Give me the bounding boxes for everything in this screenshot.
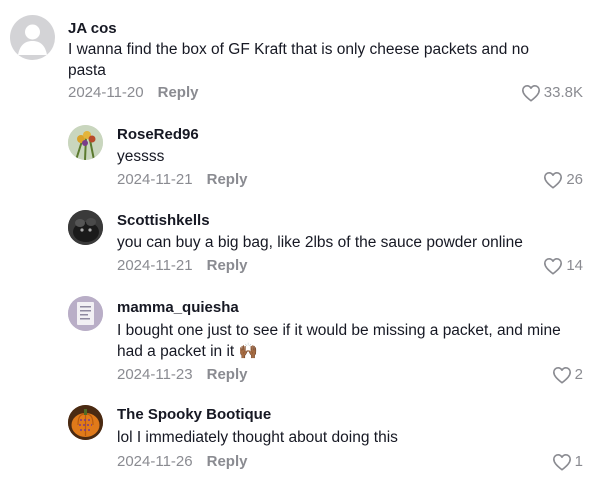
heart-icon (521, 84, 541, 102)
comment-text: yessss (117, 148, 165, 165)
comment-date: 2024-11-23 (117, 366, 193, 383)
comment-text: I bought one just to see if it would be … (117, 322, 561, 360)
like-count: 33.8K (543, 84, 583, 101)
reply-comment-item: RoseRed96 yessss 2024-11-21 Reply 26 (0, 118, 595, 200)
comment-date: 2024-11-26 (117, 453, 193, 470)
flowers-avatar[interactable] (68, 125, 103, 160)
heart-icon (552, 453, 572, 471)
comment-text: lol I immediately thought about doing th… (117, 429, 398, 446)
comment-meta: 2024-11-20 Reply (68, 84, 198, 102)
default-avatar-icon[interactable] (10, 15, 55, 60)
sign-avatar[interactable] (68, 296, 103, 331)
like-count: 1 (574, 453, 583, 470)
comment-date: 2024-11-21 (117, 171, 193, 188)
like-count: 26 (566, 171, 583, 188)
comment-meta: 2024-11-21 Reply (117, 257, 247, 275)
like-button[interactable]: 1 (552, 453, 583, 471)
comment-username[interactable]: JA cos (68, 20, 117, 38)
reply-comment-item: The Spooky Bootique lol I immediately th… (0, 398, 595, 483)
comment-text: you can buy a big bag, like 2lbs of the … (117, 234, 523, 251)
comment-text: I wanna find the box of GF Kraft that is… (68, 41, 529, 79)
comment-date: 2024-11-21 (117, 257, 193, 274)
comment-meta: 2024-11-23 Reply (117, 366, 247, 384)
reply-button[interactable]: Reply (207, 453, 248, 470)
like-button[interactable]: 2 (552, 366, 583, 384)
comment-username[interactable]: mamma_quiesha (117, 299, 239, 317)
like-button[interactable]: 26 (543, 171, 583, 189)
heart-icon (543, 171, 563, 189)
reply-button[interactable]: Reply (207, 171, 248, 188)
like-count: 2 (574, 366, 583, 383)
reply-comment-item: Scottishkells you can buy a big bag, lik… (0, 204, 595, 286)
comment-item: JA cos I wanna find the box of GF Kraft … (0, 0, 595, 110)
dark-pet-avatar[interactable] (68, 210, 103, 245)
reply-button[interactable]: Reply (158, 84, 199, 101)
comment-meta: 2024-11-21 Reply (117, 171, 247, 189)
comment-meta: 2024-11-26 Reply (117, 453, 247, 471)
like-count: 14 (566, 257, 583, 274)
heart-icon (543, 257, 563, 275)
heart-icon (552, 366, 572, 384)
comment-username[interactable]: RoseRed96 (117, 126, 199, 144)
like-button[interactable]: 33.8K (521, 84, 583, 102)
reply-button[interactable]: Reply (207, 366, 248, 383)
comment-date: 2024-11-20 (68, 84, 144, 101)
reply-button[interactable]: Reply (207, 257, 248, 274)
like-button[interactable]: 14 (543, 257, 583, 275)
pumpkin-avatar[interactable] (68, 405, 103, 440)
comment-username[interactable]: Scottishkells (117, 212, 210, 230)
comment-username[interactable]: The Spooky Bootique (117, 406, 271, 424)
reply-comment-item: mamma_quiesha I bought one just to see i… (0, 290, 595, 390)
